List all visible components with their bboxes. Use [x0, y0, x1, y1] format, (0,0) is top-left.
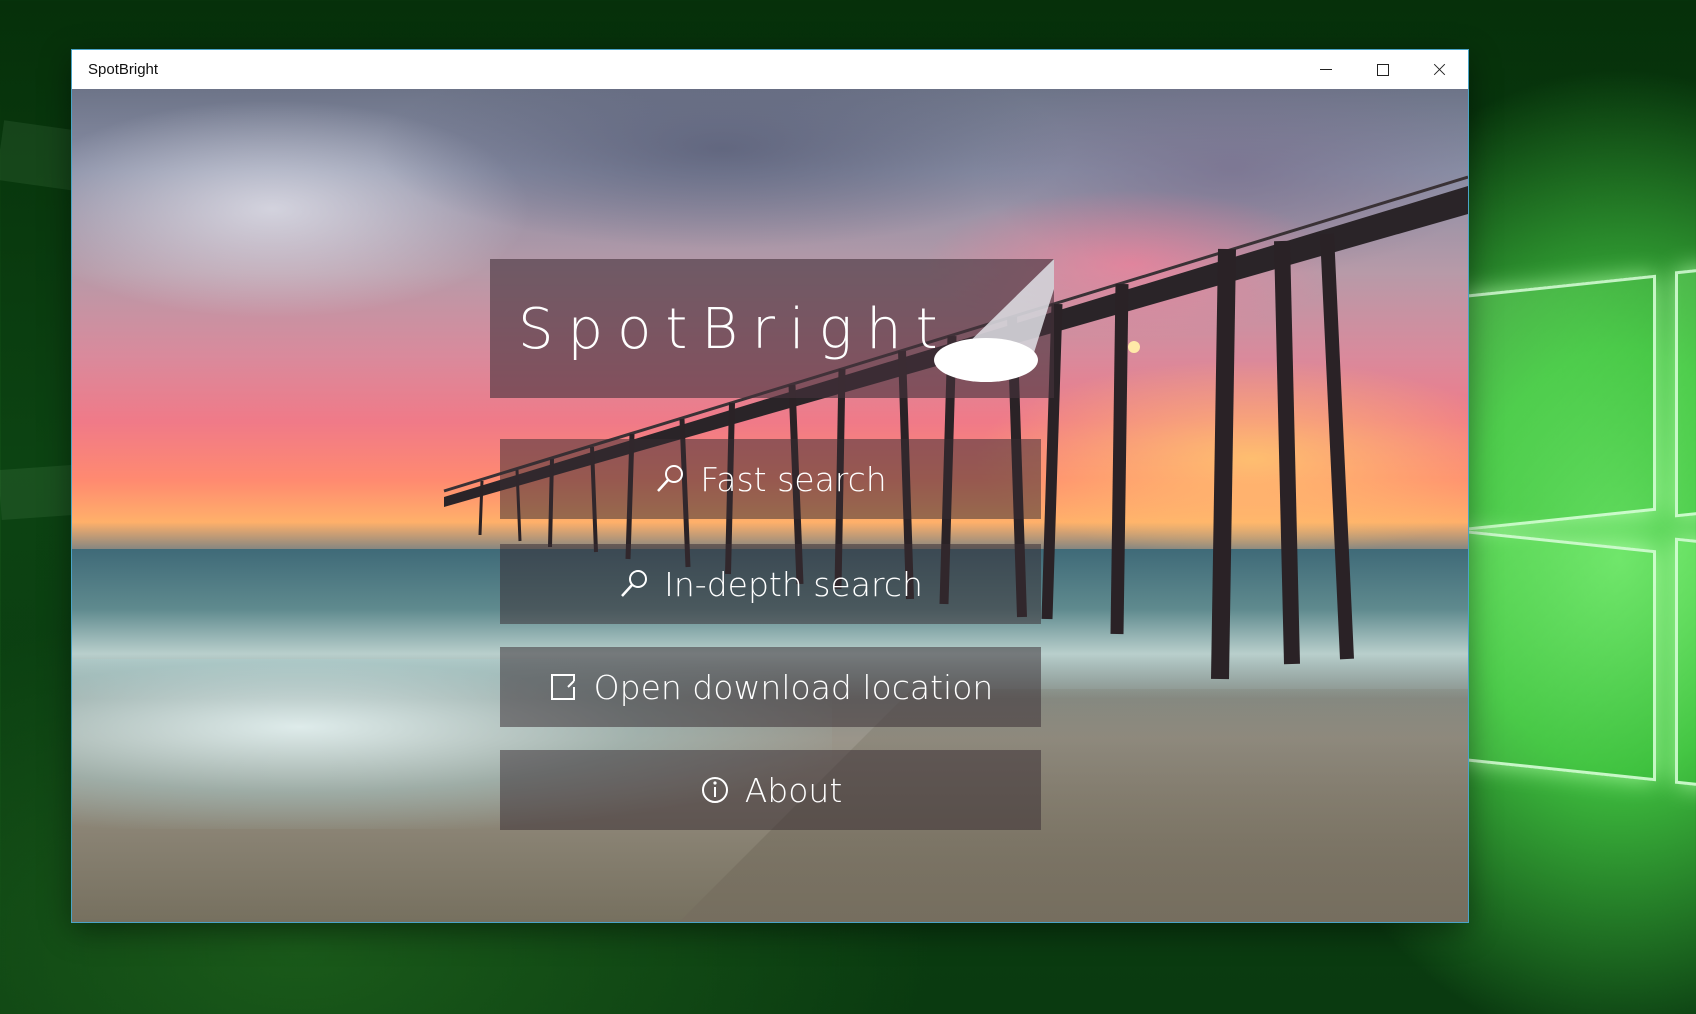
caption-buttons	[1297, 50, 1468, 89]
search-icon	[618, 568, 650, 600]
fast-search-button[interactable]: Fast search	[500, 439, 1041, 519]
maximize-button[interactable]	[1354, 50, 1411, 89]
in-depth-search-button[interactable]: In-depth search	[500, 544, 1041, 624]
info-icon	[699, 774, 731, 806]
open-download-location-label: Open download location	[593, 667, 994, 707]
windows-logo	[1460, 255, 1696, 795]
app-window: SpotBright SpotBright Fast search In-dep…	[72, 50, 1468, 922]
in-depth-search-label: In-depth search	[664, 564, 923, 604]
windows-logo-pane	[1675, 266, 1696, 518]
search-icon	[654, 463, 686, 495]
open-download-location-button[interactable]: Open download location	[500, 647, 1041, 727]
minimize-button[interactable]	[1297, 50, 1354, 89]
background-image: SpotBright Fast search In-depth search O…	[72, 89, 1468, 922]
about-label: About	[744, 770, 843, 810]
close-button[interactable]	[1411, 50, 1468, 89]
pier-lamp	[1128, 341, 1140, 353]
folder-open-icon	[548, 671, 580, 703]
windows-logo-pane	[1675, 537, 1696, 789]
windows-logo-pane	[1460, 274, 1656, 532]
windows-logo-pane	[1460, 529, 1656, 782]
spotlight-icon	[934, 259, 1054, 382]
title-bar[interactable]: SpotBright	[72, 50, 1468, 89]
app-logo-panel: SpotBright	[490, 259, 1054, 398]
fast-search-label: Fast search	[700, 459, 887, 499]
window-title: SpotBright	[88, 61, 159, 78]
app-logo-text: SpotBright	[518, 297, 952, 362]
about-button[interactable]: About	[500, 750, 1041, 830]
